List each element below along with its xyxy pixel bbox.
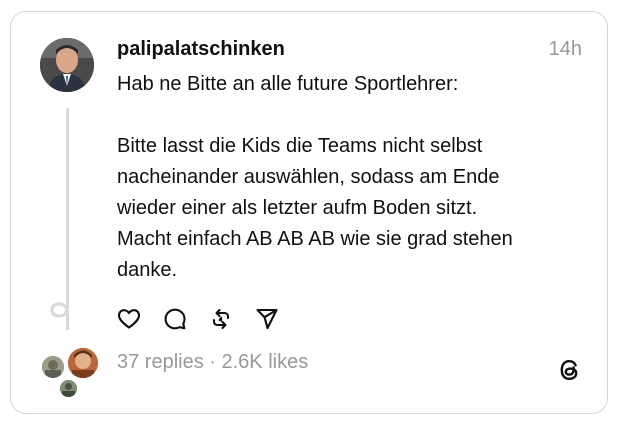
threads-logo-icon[interactable] <box>556 356 582 384</box>
author-username[interactable]: palipalatschinken <box>117 38 285 61</box>
avatar-image <box>42 356 64 378</box>
post-body: Hab ne Bitte an alle future Sportlehrer:… <box>117 69 587 286</box>
author-avatar[interactable] <box>40 38 94 92</box>
action-bar <box>116 306 300 332</box>
thread-line <box>66 108 69 300</box>
thread-loop-icon <box>50 296 69 330</box>
share-button[interactable] <box>254 306 280 332</box>
post-text-line: Bitte lasst die Kids die Teams nicht sel… <box>117 135 483 157</box>
reply-button[interactable] <box>162 306 188 332</box>
comment-icon <box>164 308 186 330</box>
avatar-image <box>40 38 94 92</box>
heart-icon <box>117 309 141 329</box>
replier-avatars[interactable] <box>38 346 100 400</box>
post-text-line: nacheinander auswählen, sodass am Ende <box>117 166 500 188</box>
post-text-line: Macht einfach AB AB AB wie sie grad steh… <box>117 228 513 250</box>
replier-avatar <box>40 354 66 380</box>
like-button[interactable] <box>116 306 142 332</box>
replier-avatar <box>66 346 100 380</box>
post-text-line: wieder einer als letzter aufm Boden sitz… <box>117 197 478 219</box>
repost-button[interactable] <box>208 306 234 332</box>
post-stats[interactable]: 37 replies · 2.6K likes <box>117 351 308 374</box>
avatar-image <box>68 348 98 378</box>
avatar-image <box>60 380 77 397</box>
post-text-line: Hab ne Bitte an alle future Sportlehrer: <box>117 73 459 95</box>
repost-icon <box>212 308 230 330</box>
post-timestamp[interactable]: 14h <box>549 38 582 61</box>
share-icon <box>256 308 278 330</box>
replier-avatar <box>58 378 79 399</box>
post-text-line: danke. <box>117 259 178 281</box>
